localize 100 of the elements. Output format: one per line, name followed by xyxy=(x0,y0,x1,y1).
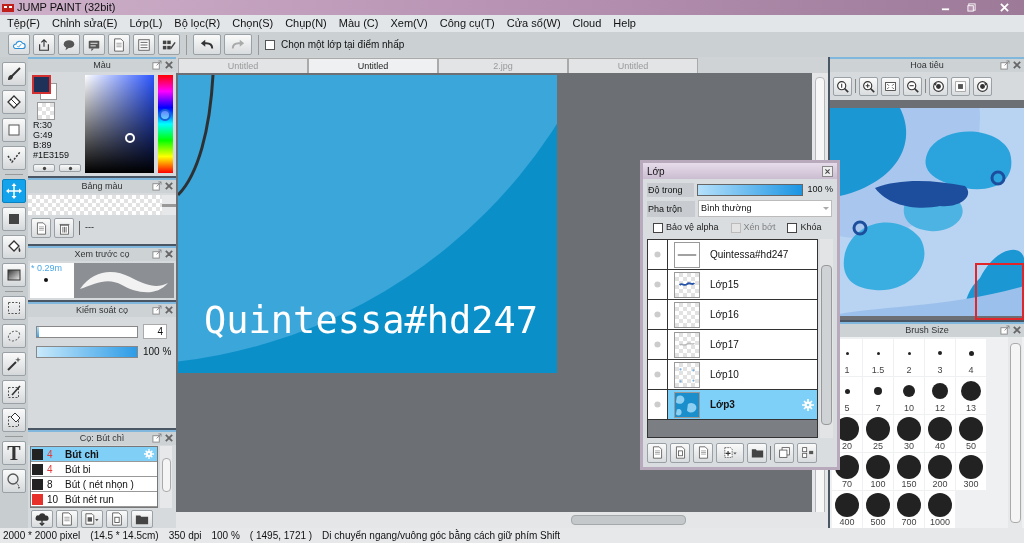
checkbox[interactable] xyxy=(265,39,275,50)
rotate-right-button[interactable] xyxy=(973,76,992,96)
select-arrow-tool[interactable] xyxy=(2,469,26,493)
brush-size-cell[interactable]: 7 xyxy=(863,377,893,414)
transparent-swatch[interactable] xyxy=(37,102,55,120)
select-eraser-tool[interactable] xyxy=(2,408,26,432)
hue-handle[interactable] xyxy=(159,109,172,122)
opacity-slider-fill[interactable] xyxy=(698,185,803,195)
text-tool[interactable]: T xyxy=(2,441,26,465)
close-button[interactable] xyxy=(822,165,833,177)
zoom-in-button[interactable] xyxy=(859,76,878,96)
brush-folder-button[interactable] xyxy=(131,510,153,528)
undo-button[interactable] xyxy=(193,34,221,55)
fill-tool[interactable] xyxy=(2,207,26,231)
select-pen-tool[interactable] xyxy=(2,380,26,404)
brush-size-cell[interactable]: 40 xyxy=(925,415,955,452)
checklist-button[interactable] xyxy=(158,34,180,55)
eraser-tool[interactable] xyxy=(2,90,26,114)
download-brush-button[interactable] xyxy=(31,510,53,528)
checkbox[interactable] xyxy=(653,223,663,233)
rect-select-tool[interactable] xyxy=(2,296,26,320)
menu-item[interactable]: Xem(V) xyxy=(384,18,434,29)
brush-size-cell[interactable]: 13 xyxy=(956,377,986,414)
menu-item[interactable]: Lớp(L) xyxy=(123,18,169,29)
message-button[interactable] xyxy=(83,34,105,55)
brush-size-cell[interactable]: 400 xyxy=(832,491,862,528)
layer-scrollbar[interactable] xyxy=(820,239,833,438)
new-brush-button[interactable] xyxy=(56,510,78,528)
brush-tool[interactable] xyxy=(2,62,26,86)
brush-size-cell[interactable]: 1000 xyxy=(925,491,955,528)
menu-item[interactable]: Chỉnh sửa(E) xyxy=(46,18,124,29)
menu-item[interactable]: Chụp(N) xyxy=(279,18,333,29)
wand-tool[interactable] xyxy=(2,352,26,376)
blend-mode-dropdown[interactable]: Bình thường xyxy=(698,200,832,217)
menu-item[interactable]: Tệp(F) xyxy=(1,18,46,29)
add-layer-menu-button[interactable] xyxy=(716,442,744,463)
gradient-tool[interactable] xyxy=(2,263,26,287)
hue-slider[interactable] xyxy=(158,75,173,173)
layer-folder-button[interactable] xyxy=(747,442,767,463)
size-scrollbar[interactable] xyxy=(1008,337,1022,528)
checkbox-label[interactable]: Chọn một lớp tại điểm nhấp xyxy=(281,37,405,52)
list-button[interactable] xyxy=(133,34,155,55)
document-button[interactable] xyxy=(108,34,130,55)
brush-size-cell[interactable]: 700 xyxy=(894,491,924,528)
polyline-tool[interactable] xyxy=(2,146,26,170)
save-brush-button[interactable] xyxy=(106,510,128,528)
menu-item[interactable]: Help xyxy=(607,18,642,29)
brush-size-cell[interactable]: 12 xyxy=(925,377,955,414)
brush-size-cell[interactable]: 10 xyxy=(894,377,924,414)
menu-item[interactable]: Màu (C) xyxy=(332,18,385,29)
brush-list-item[interactable]: 10 Bút nét run xyxy=(31,492,157,507)
brush-size-cell[interactable]: 1.5 xyxy=(863,339,893,376)
brush-list-item[interactable]: 4 Bút bi xyxy=(31,462,157,477)
merge-layer-button[interactable] xyxy=(797,442,817,463)
bucket-tool[interactable] xyxy=(2,235,26,259)
brush-size-cell[interactable]: 4 xyxy=(956,339,986,376)
brush-size-cell[interactable]: 200 xyxy=(925,453,955,490)
brush-size-cell[interactable]: 100 xyxy=(863,453,893,490)
picker-handle[interactable] xyxy=(124,133,135,143)
viewport-frame[interactable] xyxy=(975,263,1024,320)
new-swatch-button[interactable] xyxy=(31,218,51,238)
brush-menu-button[interactable] xyxy=(81,510,103,528)
rotate-left-button[interactable] xyxy=(929,76,948,96)
horizontal-scrollbar[interactable] xyxy=(176,512,828,528)
checkbox-label[interactable]: Bảo vệ alpha xyxy=(666,221,719,235)
menu-item[interactable]: Cloud xyxy=(566,18,608,29)
brush-size-cell[interactable]: 50 xyxy=(956,415,986,452)
menu-item[interactable]: Công cụ(T) xyxy=(433,18,501,29)
brush-list-item[interactable]: 8 Bút ( nét nhọn ) xyxy=(31,477,157,492)
zoom-actual-button[interactable] xyxy=(833,76,852,96)
palette-scrollbar[interactable] xyxy=(162,195,176,215)
size-field[interactable]: 4 xyxy=(143,324,167,339)
document-tab[interactable]: Untitled xyxy=(308,58,438,73)
share-button[interactable] xyxy=(33,34,55,55)
speech-bubble-button[interactable] xyxy=(58,34,80,55)
fit-frame-button[interactable] xyxy=(951,76,970,96)
brush-size-cell[interactable]: 150 xyxy=(894,453,924,490)
brush-size-cell[interactable]: 3 xyxy=(925,339,955,376)
menu-item[interactable]: Cửa sổ(W) xyxy=(500,18,567,29)
new-layer-button[interactable] xyxy=(647,442,667,463)
brush-size-cell[interactable]: 300 xyxy=(956,453,986,490)
brush-size-cell[interactable]: 25 xyxy=(863,415,893,452)
color-picker-square[interactable] xyxy=(84,75,155,173)
delete-swatch-button[interactable] xyxy=(54,218,74,238)
eyedropper-button[interactable] xyxy=(59,164,81,172)
menu-item[interactable]: Bộ lọc(R) xyxy=(168,18,227,29)
brush-size-cell[interactable]: 2 xyxy=(894,339,924,376)
brush-list-item[interactable]: 4 Bút chì xyxy=(31,447,157,462)
menu-item[interactable]: Chọn(S) xyxy=(226,18,280,29)
size-slider-track[interactable] xyxy=(36,325,138,338)
list-scrollbar[interactable] xyxy=(160,446,172,508)
brush-size-cell[interactable]: 500 xyxy=(863,491,893,528)
color-button[interactable] xyxy=(33,164,55,172)
checkbox-label[interactable]: Khóa xyxy=(800,221,822,235)
opacity-slider-fill[interactable] xyxy=(37,346,137,357)
brush-size-cell[interactable]: 30 xyxy=(894,415,924,452)
zoom-out-button[interactable] xyxy=(903,76,922,96)
duplicate-layer-button[interactable] xyxy=(774,442,794,463)
checkbox[interactable] xyxy=(787,223,798,233)
fit-screen-button[interactable] xyxy=(881,76,900,96)
